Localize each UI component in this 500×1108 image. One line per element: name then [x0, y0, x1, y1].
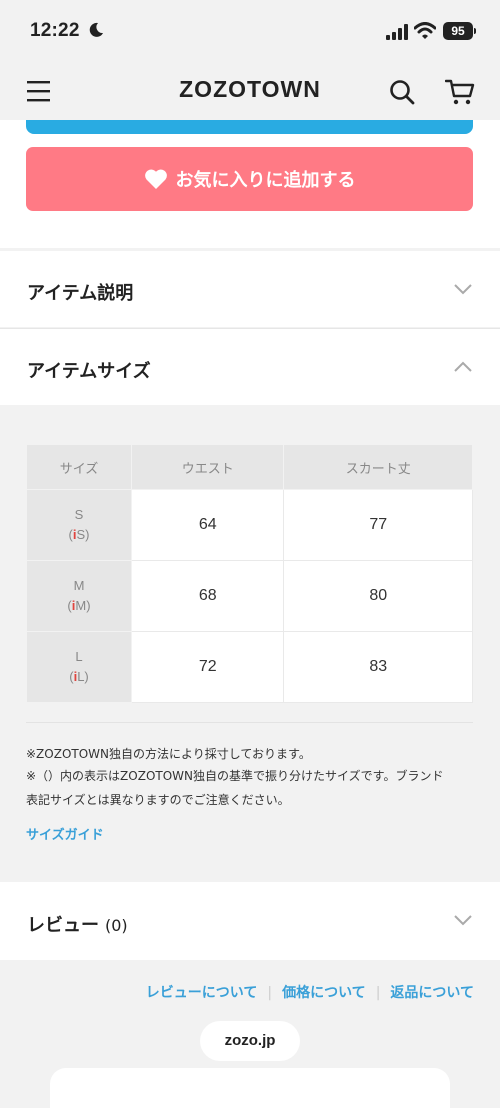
size-table: サイズ ウエスト スカート丈 S (iS) 64 77 M (iM) 68 80… [26, 444, 473, 703]
price-info-link[interactable]: 価格について [282, 985, 366, 1001]
accordion-review[interactable]: レビュー (0) [0, 882, 500, 960]
add-favorite-label: お気に入りに追加する [175, 170, 356, 191]
search-icon[interactable] [389, 79, 415, 105]
size-cell: S (iS) [26, 489, 132, 561]
waist-cell: 68 [130, 560, 285, 632]
size-sub-label: S [76, 527, 86, 542]
heart-icon [144, 169, 167, 189]
header-waist: ウエスト [130, 444, 285, 490]
chevron-down-icon [454, 284, 472, 295]
size-sub-label: M [75, 598, 87, 613]
size-guide-link[interactable]: サイズガイド [26, 824, 104, 843]
length-cell: 83 [283, 631, 473, 703]
return-info-link[interactable]: 返品について [390, 985, 474, 1001]
size-label: M [73, 578, 85, 593]
waist-cell: 64 [130, 489, 285, 561]
size-cell: L (iL) [26, 631, 132, 703]
review-count: (0) [105, 916, 128, 935]
table-row: L (iL) 72 83 [26, 631, 473, 703]
review-info-link[interactable]: レビューについて [146, 985, 258, 1001]
nav-bar: ZOZOTOWN [0, 64, 500, 120]
status-time: 12:22 [30, 20, 80, 41]
size-panel: サイズ ウエスト スカート丈 S (iS) 64 77 M (iM) 68 80… [0, 406, 500, 882]
header-size: サイズ [26, 444, 132, 490]
note-line-3: 表記サイズとは異なりますのでご注意ください。 [26, 793, 290, 807]
domain-badge[interactable]: zozo.jp [200, 1021, 300, 1061]
header-length: スカート丈 [283, 444, 473, 490]
cart-icon[interactable] [445, 78, 475, 106]
waist-cell: 72 [130, 631, 285, 703]
status-bar: 12:22 95 [0, 0, 500, 64]
zozotown-logo[interactable]: ZOZOTOWN [0, 76, 500, 103]
item-description-label: アイテム説明 [27, 283, 134, 304]
review-label: レビュー (0) [27, 915, 128, 936]
note-line-2: ※（）内の表示はZOZOTOWN独自の基準で振り分けたサイズです。ブランド [26, 769, 444, 783]
bottom-card [50, 1068, 450, 1108]
accordion-item-description[interactable]: アイテム説明 [0, 251, 500, 327]
table-row: M (iM) 68 80 [26, 560, 473, 632]
footer-links: レビューについて | 価格について | 返品について [0, 982, 474, 1002]
size-label: S [74, 507, 84, 522]
accordion-item-size[interactable]: アイテムサイズ [0, 329, 500, 405]
size-sub-label: L [77, 669, 85, 684]
action-card: お気に入りに追加する [0, 120, 500, 248]
size-cell: M (iM) [26, 560, 132, 632]
chevron-down-icon [454, 915, 472, 926]
note-line-1: ※ZOZOTOWN独自の方法により採寸しております。 [26, 747, 311, 761]
length-cell: 77 [283, 489, 473, 561]
table-header-row: サイズ ウエスト スカート丈 [26, 444, 473, 490]
size-label: L [75, 649, 83, 664]
add-favorite-button[interactable]: お気に入りに追加する [26, 147, 473, 211]
wifi-icon [414, 22, 436, 39]
add-to-cart-button[interactable] [26, 120, 473, 134]
separator: | [267, 985, 273, 1001]
chevron-up-icon [454, 361, 472, 372]
item-size-label: アイテムサイズ [27, 361, 151, 382]
battery-indicator: 95 [443, 22, 476, 40]
moon-icon [89, 22, 103, 37]
table-row: S (iS) 64 77 [26, 489, 473, 561]
length-cell: 80 [283, 560, 473, 632]
signal-icon [386, 24, 408, 40]
divider [26, 722, 473, 723]
separator: | [375, 985, 381, 1001]
